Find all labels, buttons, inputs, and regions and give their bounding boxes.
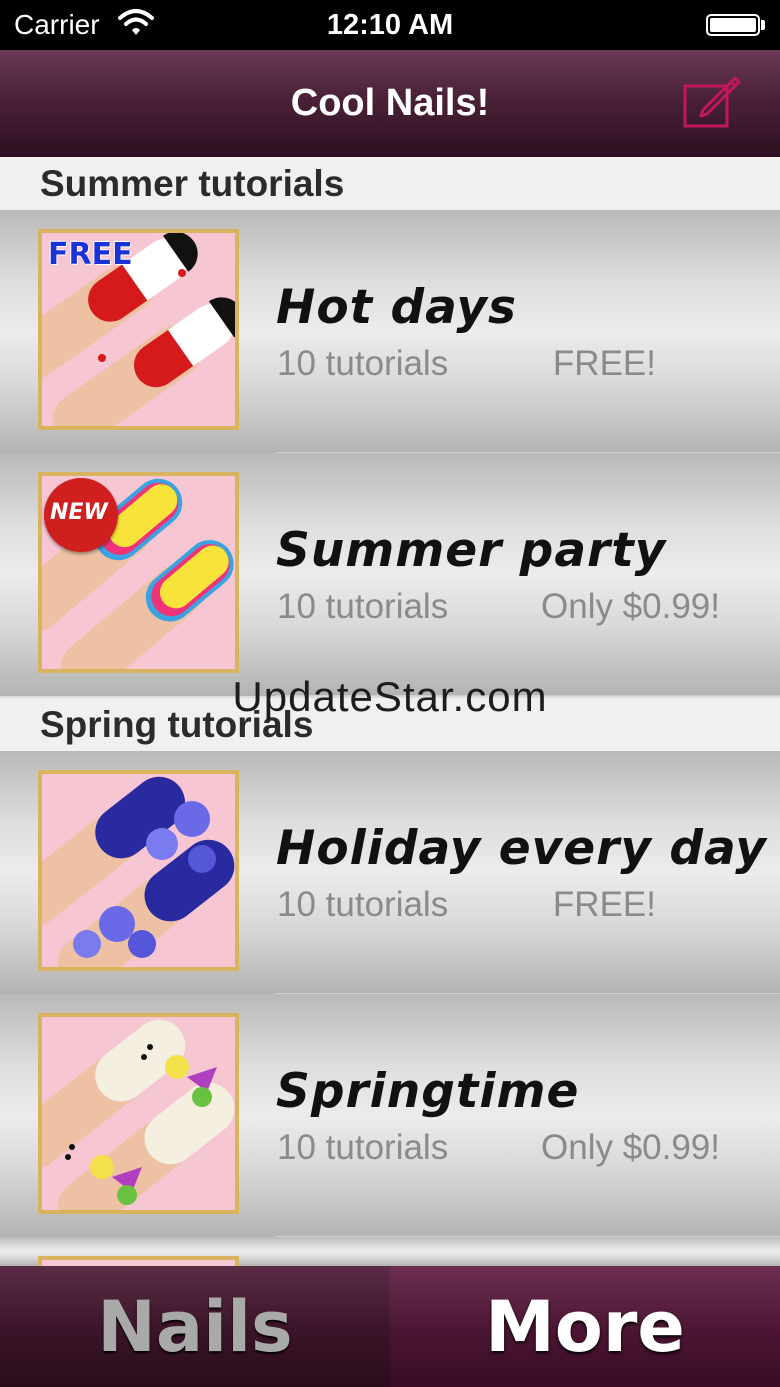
list-item-springtime[interactable]: Springtime 10 tutorials Only $0.99!	[0, 994, 780, 1237]
clock: 12:10 AM	[326, 9, 454, 41]
compose-icon[interactable]	[681, 72, 743, 130]
list-item-partial[interactable]	[0, 1237, 780, 1296]
nail-thumbnail: FREE	[38, 229, 239, 430]
item-title: Summer party	[276, 523, 667, 578]
section-header-summer: Summer tutorials	[0, 157, 780, 210]
list-item-hot-days[interactable]: FREE Hot days 10 tutorials FREE!	[0, 210, 780, 453]
item-price: Only $0.99!	[541, 1128, 720, 1167]
tab-more[interactable]: More	[390, 1266, 780, 1387]
tab-bar: Nails More	[0, 1266, 780, 1387]
nail-thumbnail	[38, 770, 239, 971]
list-item-summer-party[interactable]: NEW Summer party 10 tutorials Only $0.99…	[0, 453, 780, 696]
item-title: Holiday every day	[276, 821, 767, 876]
page-title: Cool Nails!	[290, 82, 490, 124]
new-badge: NEW	[44, 478, 118, 552]
item-count: 10 tutorials	[277, 1128, 449, 1167]
nail-thumbnail	[38, 1013, 239, 1214]
item-count: 10 tutorials	[277, 344, 449, 383]
item-title: Hot days	[276, 280, 517, 335]
item-title: Springtime	[276, 1064, 580, 1119]
item-count: 10 tutorials	[277, 885, 449, 924]
tab-label: Nails	[97, 1286, 293, 1368]
watermark: UpdateStar.com	[232, 673, 548, 720]
tab-label: More	[485, 1286, 685, 1368]
section-title: Summer tutorials	[40, 163, 345, 204]
list-item-holiday-every-day[interactable]: Holiday every day 10 tutorials FREE!	[0, 751, 780, 994]
item-price: FREE!	[552, 885, 656, 924]
nav-bar: Cool Nails!	[0, 50, 780, 157]
nail-thumbnail: NEW	[38, 472, 239, 673]
item-price: FREE!	[552, 344, 656, 383]
free-badge: FREE	[48, 237, 133, 272]
new-badge-label: NEW	[50, 500, 108, 525]
status-bar: Carrier 12:10 AM	[0, 0, 780, 50]
item-price: Only $0.99!	[541, 587, 720, 626]
battery-tip	[761, 20, 765, 30]
tab-nails[interactable]: Nails	[0, 1266, 391, 1387]
item-count: 10 tutorials	[277, 587, 449, 626]
battery-icon	[706, 14, 760, 36]
